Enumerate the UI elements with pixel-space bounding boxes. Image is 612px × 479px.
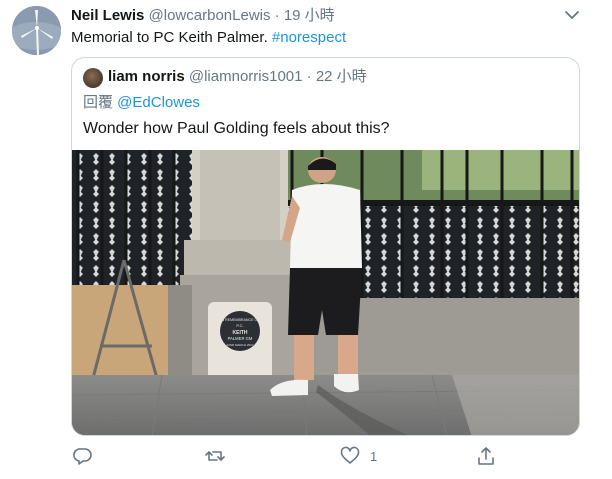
- share-button[interactable]: [476, 444, 496, 468]
- plaque-line-5: 22ND MARCH 2017: [226, 343, 253, 347]
- tweet-actions: 1: [0, 444, 612, 470]
- tweet-text-content: Memorial to PC Keith Palmer.: [71, 29, 272, 46]
- quoted-tweet[interactable]: liam norris @liamnorris1001 · 22 小時 回覆 @…: [71, 57, 580, 436]
- quoted-tweet-text: Wonder how Paul Golding feels about this…: [83, 120, 390, 137]
- quoted-avatar[interactable]: [83, 68, 103, 88]
- reply-button[interactable]: [73, 444, 93, 468]
- display-name[interactable]: Neil Lewis: [71, 7, 144, 24]
- share-icon: [478, 447, 494, 465]
- plaque-line-4: PALMER GM: [228, 336, 253, 341]
- like-count: 1: [370, 448, 378, 464]
- tweet-text: Memorial to PC Keith Palmer. #norespect: [71, 29, 346, 47]
- user-avatar[interactable]: [12, 6, 61, 55]
- quoted-timestamp[interactable]: 22 小時: [316, 68, 367, 85]
- retweet-button[interactable]: [205, 444, 225, 468]
- wind-turbine-icon: [12, 6, 61, 55]
- tweet[interactable]: Neil Lewis @lowcarbonLewis · 19 小時 Memor…: [0, 0, 612, 479]
- plaque-line-2: P.C.: [236, 323, 243, 328]
- reply-prefix: 回覆: [83, 94, 118, 111]
- hashtag-link[interactable]: #norespect: [272, 29, 346, 46]
- quoted-handle[interactable]: @liamnorris1001: [189, 68, 303, 85]
- header-separator: ·: [274, 7, 280, 24]
- quoted-separator: ·: [306, 68, 312, 85]
- plaque-line-1: IN REMEMBRANCE OF: [221, 318, 261, 322]
- reply-mention-link[interactable]: @EdClowes: [117, 94, 200, 111]
- tweet-photo[interactable]: IN REMEMBRANCE OF P.C. KEITH PALMER GM 2…: [72, 150, 580, 436]
- reply-context: 回覆 @EdClowes: [83, 94, 200, 112]
- like-button[interactable]: 1: [340, 444, 377, 468]
- tweet-timestamp[interactable]: 19 小時: [284, 7, 335, 24]
- quoted-display-name[interactable]: liam norris: [108, 68, 185, 85]
- tweet-header: Neil Lewis @lowcarbonLewis · 19 小時: [71, 7, 335, 25]
- user-handle[interactable]: @lowcarbonLewis: [149, 7, 271, 24]
- heart-icon: [340, 446, 360, 464]
- reply-icon: [73, 448, 92, 465]
- chevron-down-icon[interactable]: [564, 9, 580, 21]
- quoted-header: liam norris @liamnorris1001 · 22 小時: [108, 68, 367, 86]
- retweet-icon: [205, 451, 225, 461]
